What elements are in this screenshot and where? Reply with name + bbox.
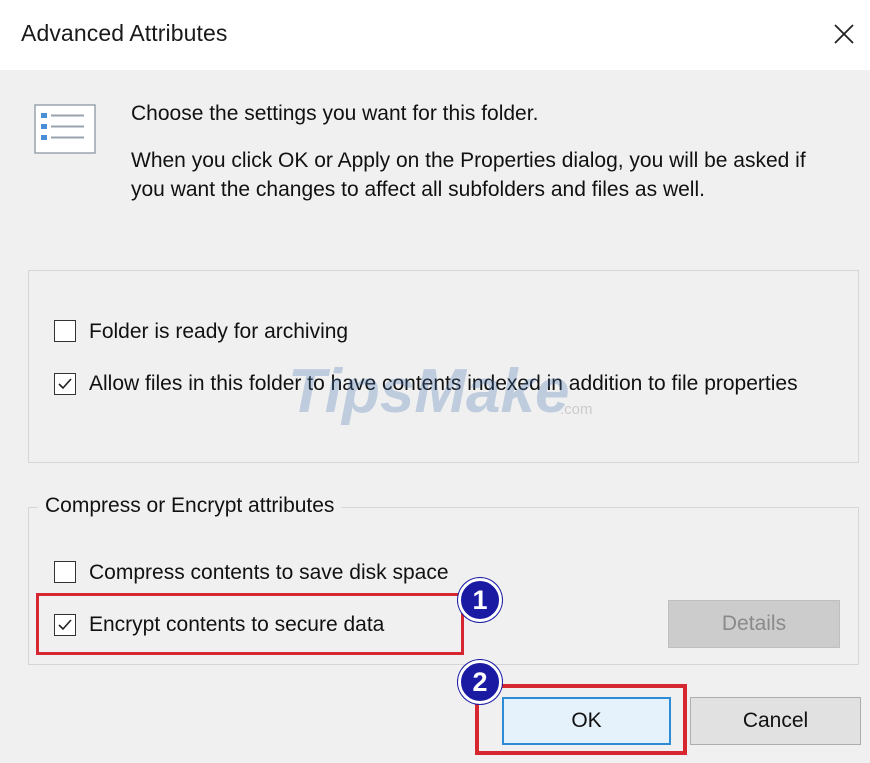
details-button[interactable]: Details	[668, 600, 840, 648]
step-badge-1: 1	[458, 578, 502, 622]
archiving-checkbox[interactable]	[54, 320, 76, 342]
compress-checkbox[interactable]	[54, 561, 76, 583]
compress-encrypt-legend: Compress or Encrypt attributes	[38, 494, 342, 518]
intro-text: Choose the settings you want for this fo…	[131, 102, 539, 125]
checkmark-icon	[58, 378, 72, 390]
encrypt-highlight	[36, 593, 464, 655]
close-button[interactable]	[824, 14, 864, 54]
archive-index-group	[28, 270, 859, 463]
indexing-label[interactable]: Allow files in this folder to have conte…	[89, 369, 809, 398]
indexing-checkbox[interactable]	[54, 373, 76, 395]
intro-description: When you click OK or Apply on the Proper…	[131, 149, 806, 201]
cancel-button[interactable]: Cancel	[690, 697, 861, 745]
title-bar: Advanced Attributes	[0, 0, 870, 70]
ok-highlight	[475, 684, 687, 755]
compress-label[interactable]: Compress contents to save disk space	[89, 558, 449, 587]
step-badge-2: 2	[458, 660, 502, 704]
close-icon	[834, 24, 854, 44]
settings-list-icon	[34, 104, 96, 154]
archiving-label[interactable]: Folder is ready for archiving	[89, 317, 348, 346]
window-title: Advanced Attributes	[21, 20, 228, 46]
